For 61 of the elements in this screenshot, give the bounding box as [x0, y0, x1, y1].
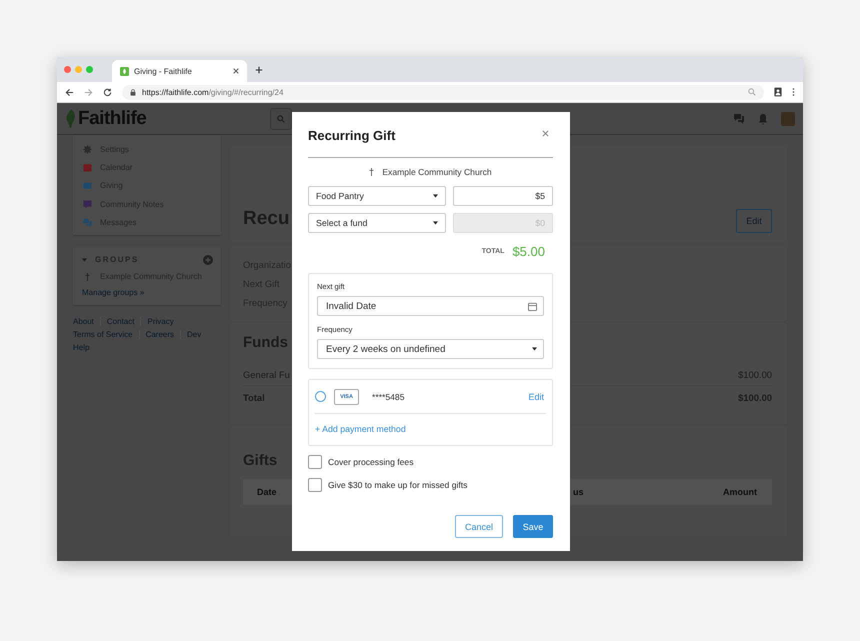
profile-icon[interactable]: [774, 87, 782, 97]
caret-icon: [433, 194, 438, 198]
footer-link[interactable]: Careers: [146, 330, 182, 339]
add-payment-link[interactable]: + Add payment method: [315, 414, 546, 445]
footer-link[interactable]: Dev: [187, 330, 208, 339]
organization-name: Example Community Church: [382, 167, 492, 177]
column-header: Date: [256, 487, 278, 497]
radio-button[interactable]: [315, 391, 326, 402]
cross-icon: [85, 272, 90, 281]
search-icon: [277, 114, 285, 122]
close-window-icon[interactable]: [64, 66, 71, 73]
manage-groups-link[interactable]: Manage groups »: [82, 288, 213, 297]
close-icon[interactable]: [233, 68, 239, 74]
reload-icon[interactable]: [103, 88, 112, 96]
search-field[interactable]: [270, 108, 292, 130]
leaf-icon: [65, 109, 76, 128]
column-header: Amount: [723, 487, 758, 497]
fund-select[interactable]: Food Pantry: [308, 186, 446, 206]
footer-link[interactable]: Terms of Service: [73, 330, 140, 339]
tab-title: Giving - Faithlife: [134, 66, 193, 76]
frequency-select[interactable]: Every 2 weeks on undefined: [317, 339, 544, 359]
forward-icon[interactable]: [84, 88, 93, 96]
footer-link[interactable]: About: [73, 316, 101, 326]
footer-link[interactable]: Help: [73, 342, 96, 352]
edit-link[interactable]: Edit: [528, 392, 544, 402]
add-icon[interactable]: [203, 254, 213, 265]
dialog-title: Recurring Gift: [308, 127, 396, 143]
caret-icon: [433, 221, 438, 225]
card-number: ****5485: [372, 392, 406, 402]
checkbox[interactable]: [308, 455, 322, 469]
cancel-button[interactable]: Cancel: [455, 515, 503, 538]
back-icon[interactable]: [65, 88, 74, 96]
address-bar[interactable]: https://faithlife.com/giving/#/recurring/24: [122, 84, 764, 100]
footer-link[interactable]: Contact: [106, 316, 142, 326]
bell-icon[interactable]: [757, 112, 769, 124]
url-text: https://faithlife.com/giving/#/recurring/24: [142, 88, 284, 96]
footer-link[interactable]: Privacy: [147, 316, 180, 326]
checkbox[interactable]: [308, 478, 322, 492]
logo-text[interactable]: Faithlife: [78, 108, 146, 130]
maximize-window-icon[interactable]: [86, 66, 93, 73]
caret-icon: [532, 347, 537, 351]
avatar-placeholder[interactable]: [781, 112, 795, 126]
option-label: Give $30 to make up for missed gifts: [328, 480, 468, 490]
amount-field[interactable]: $5: [453, 186, 553, 206]
total-amount: $5.00: [512, 244, 545, 258]
chat-icon[interactable]: [733, 112, 745, 124]
date-field[interactable]: Invalid Date: [317, 296, 544, 316]
calendar-icon[interactable]: [528, 302, 537, 310]
save-button[interactable]: Save: [513, 515, 553, 538]
menu-icon[interactable]: [792, 87, 795, 97]
search-icon[interactable]: [748, 88, 756, 96]
lock-icon: [130, 88, 136, 96]
edit-button[interactable]: Edit: [736, 209, 772, 233]
option-label: Cover processing fees: [328, 457, 414, 467]
favicon-icon: [120, 66, 129, 76]
close-icon[interactable]: [542, 130, 549, 137]
cross-icon: [369, 168, 374, 176]
browser-tab[interactable]: Giving - Faithlife: [112, 60, 247, 82]
column-header: us: [573, 487, 585, 497]
new-tab-icon[interactable]: [255, 66, 263, 74]
caret-icon[interactable]: [82, 258, 87, 262]
